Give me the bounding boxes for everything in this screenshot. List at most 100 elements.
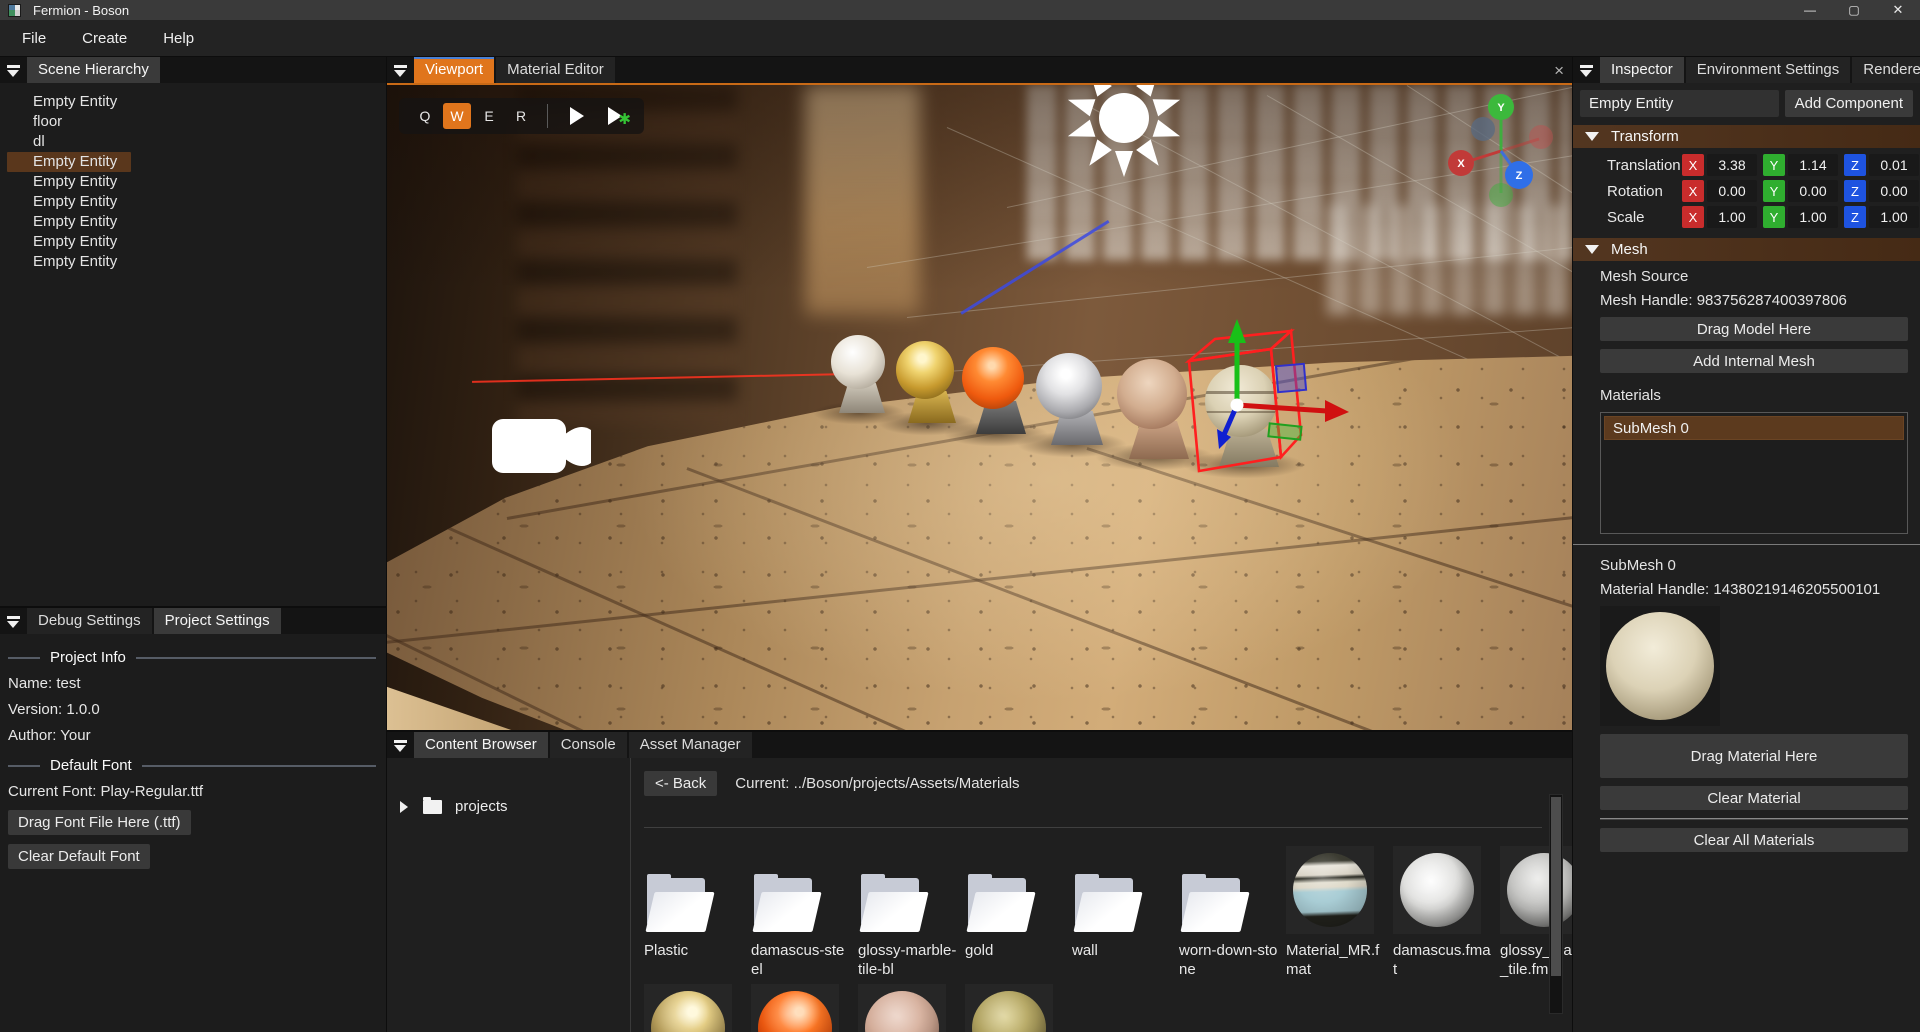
divider — [1600, 818, 1908, 820]
asset-item[interactable]: worn-down-stone — [1179, 842, 1279, 980]
x-axis-badge: X — [1682, 180, 1704, 202]
hierarchy-item[interactable]: Empty Entity — [0, 172, 386, 192]
asset-item[interactable]: Material_MR.fmat — [1286, 842, 1386, 980]
viewport-close-icon[interactable]: × — [1554, 62, 1564, 79]
clear-material-button[interactable]: Clear Material — [1600, 786, 1908, 810]
asset-item[interactable] — [751, 980, 851, 1032]
transform-section-header[interactable]: Transform — [1573, 125, 1920, 148]
tool-button[interactable]: E — [475, 103, 503, 129]
close-button[interactable]: ✕ — [1876, 0, 1920, 20]
drag-material-button[interactable]: Drag Material Here — [1600, 734, 1908, 778]
panel-collapse-icon[interactable] — [393, 740, 408, 753]
submesh-list-item[interactable]: SubMesh 0 — [1604, 416, 1904, 440]
tab-inspector[interactable]: Inspector — [1600, 57, 1684, 83]
tool-button[interactable]: Q — [411, 103, 439, 129]
play-button[interactable] — [560, 103, 594, 129]
tab-console[interactable]: Console — [550, 732, 627, 758]
z-value-field[interactable]: 0.01 — [1869, 154, 1919, 176]
tab-debug-settings[interactable]: Debug Settings — [27, 608, 152, 634]
x-value-field[interactable]: 0.00 — [1707, 180, 1757, 202]
maximize-button[interactable]: ▢ — [1832, 0, 1876, 20]
asset-item[interactable] — [858, 980, 958, 1032]
y-value-field[interactable]: 1.00 — [1788, 206, 1838, 228]
minimize-button[interactable]: — — [1788, 0, 1832, 20]
menu-help[interactable]: Help — [145, 30, 212, 47]
asset-item[interactable]: glossy-marble-tile-bl — [858, 842, 958, 980]
panel-collapse-icon[interactable] — [6, 616, 21, 629]
materials-list: SubMesh 0 — [1600, 412, 1908, 534]
x-value-field[interactable]: 1.00 — [1707, 206, 1757, 228]
y-axis-badge: Y — [1763, 206, 1785, 228]
drag-font-button[interactable]: Drag Font File Here (.ttf) — [8, 810, 191, 835]
asset-item[interactable]: damascus.fmat — [1393, 842, 1493, 980]
scrollbar-thumb[interactable] — [1551, 797, 1561, 976]
tool-button[interactable]: W — [443, 103, 471, 129]
hierarchy-item[interactable]: Empty Entity — [0, 252, 386, 272]
material-preview[interactable] — [1600, 606, 1720, 726]
y-value-field[interactable]: 1.14 — [1788, 154, 1838, 176]
section-project-info: Project Info — [8, 649, 376, 666]
tab-environment-settings[interactable]: Environment Settings — [1686, 57, 1851, 83]
camera-icon[interactable] — [492, 407, 597, 482]
add-internal-mesh-button[interactable]: Add Internal Mesh — [1600, 349, 1908, 373]
scene-hierarchy-panel: Scene Hierarchy Empty Entity floor dl — [0, 57, 386, 606]
menu-create[interactable]: Create — [64, 30, 145, 47]
hierarchy-item[interactable]: dl — [0, 132, 386, 152]
asset-item[interactable] — [965, 980, 1065, 1032]
play-simulate-button[interactable]: ✱ — [598, 103, 632, 129]
workspace: Scene Hierarchy Empty Entity floor dl — [0, 57, 1920, 1032]
asset-item[interactable]: gold — [965, 842, 1065, 980]
gear-icon: ✱ — [618, 112, 631, 127]
asset-item[interactable]: Plastic — [644, 842, 744, 980]
selection-gizmo[interactable] — [1159, 309, 1359, 499]
tab-scene-hierarchy[interactable]: Scene Hierarchy — [27, 57, 160, 83]
hierarchy-item[interactable]: Empty Entity — [0, 152, 386, 172]
submesh-label: SubMesh 0 — [1600, 557, 1920, 574]
y-value-field[interactable]: 0.00 — [1788, 180, 1838, 202]
hierarchy-item[interactable]: Empty Entity — [0, 192, 386, 212]
drag-model-button[interactable]: Drag Model Here — [1600, 317, 1908, 341]
tool-button[interactable]: R — [507, 103, 535, 129]
panel-collapse-icon[interactable] — [1579, 65, 1594, 78]
tab-asset-manager[interactable]: Asset Manager — [629, 732, 752, 758]
axis-orientation-gizmo[interactable]: Y X Z — [1443, 93, 1559, 209]
panel-collapse-icon[interactable] — [393, 65, 408, 78]
tab-viewport[interactable]: Viewport — [414, 57, 494, 83]
clear-font-button[interactable]: Clear Default Font — [8, 844, 150, 869]
asset-item[interactable] — [644, 980, 744, 1032]
viewport-canvas[interactable]: Y X Z Q W E — [387, 83, 1572, 730]
x-axis-badge: X — [1682, 206, 1704, 228]
tab-project-settings[interactable]: Project Settings — [154, 608, 281, 634]
tab-material-editor[interactable]: Material Editor — [496, 57, 615, 83]
hierarchy-item[interactable]: floor — [0, 112, 386, 132]
asset-item[interactable]: wall — [1072, 842, 1172, 980]
tree-item-projects[interactable]: projects — [400, 798, 630, 815]
asset-item[interactable]: damascus-steel — [751, 842, 851, 980]
toolbar-separator — [547, 104, 548, 128]
hierarchy-item[interactable]: Empty Entity — [0, 232, 386, 252]
back-button[interactable]: <- Back — [644, 771, 717, 796]
panel-collapse-icon[interactable] — [6, 65, 21, 78]
materials-label: Materials — [1600, 387, 1920, 404]
gizmo-x-label: X — [1457, 158, 1465, 170]
scrollbar[interactable] — [1549, 794, 1563, 1014]
y-axis-badge: Y — [1763, 180, 1785, 202]
tab-renderer-info[interactable]: Renderer Info — [1852, 57, 1920, 83]
x-value-field[interactable]: 3.38 — [1707, 154, 1757, 176]
sun-light-icon[interactable] — [1059, 83, 1189, 183]
hierarchy-item[interactable]: Empty Entity — [0, 212, 386, 232]
app-window: Fermion - Boson — ▢ ✕ File Create Help S… — [0, 0, 1920, 1032]
clear-all-materials-button[interactable]: Clear All Materials — [1600, 828, 1908, 852]
menu-file[interactable]: File — [4, 30, 64, 47]
expand-arrow-icon[interactable] — [400, 801, 408, 813]
hierarchy-item[interactable]: Empty Entity — [0, 92, 386, 112]
app-icon — [8, 4, 21, 17]
add-component-button[interactable]: Add Component — [1785, 90, 1913, 117]
z-value-field[interactable]: 0.00 — [1869, 180, 1919, 202]
mesh-section-header[interactable]: Mesh — [1573, 238, 1920, 261]
entity-name-field[interactable]: Empty Entity — [1580, 90, 1779, 117]
tab-content-browser[interactable]: Content Browser — [414, 732, 548, 758]
z-axis-badge: Z — [1844, 154, 1866, 176]
transform-row: Translation X 3.38 Y 1.14 Z 0.01 — [1573, 154, 1914, 176]
z-value-field[interactable]: 1.00 — [1869, 206, 1919, 228]
